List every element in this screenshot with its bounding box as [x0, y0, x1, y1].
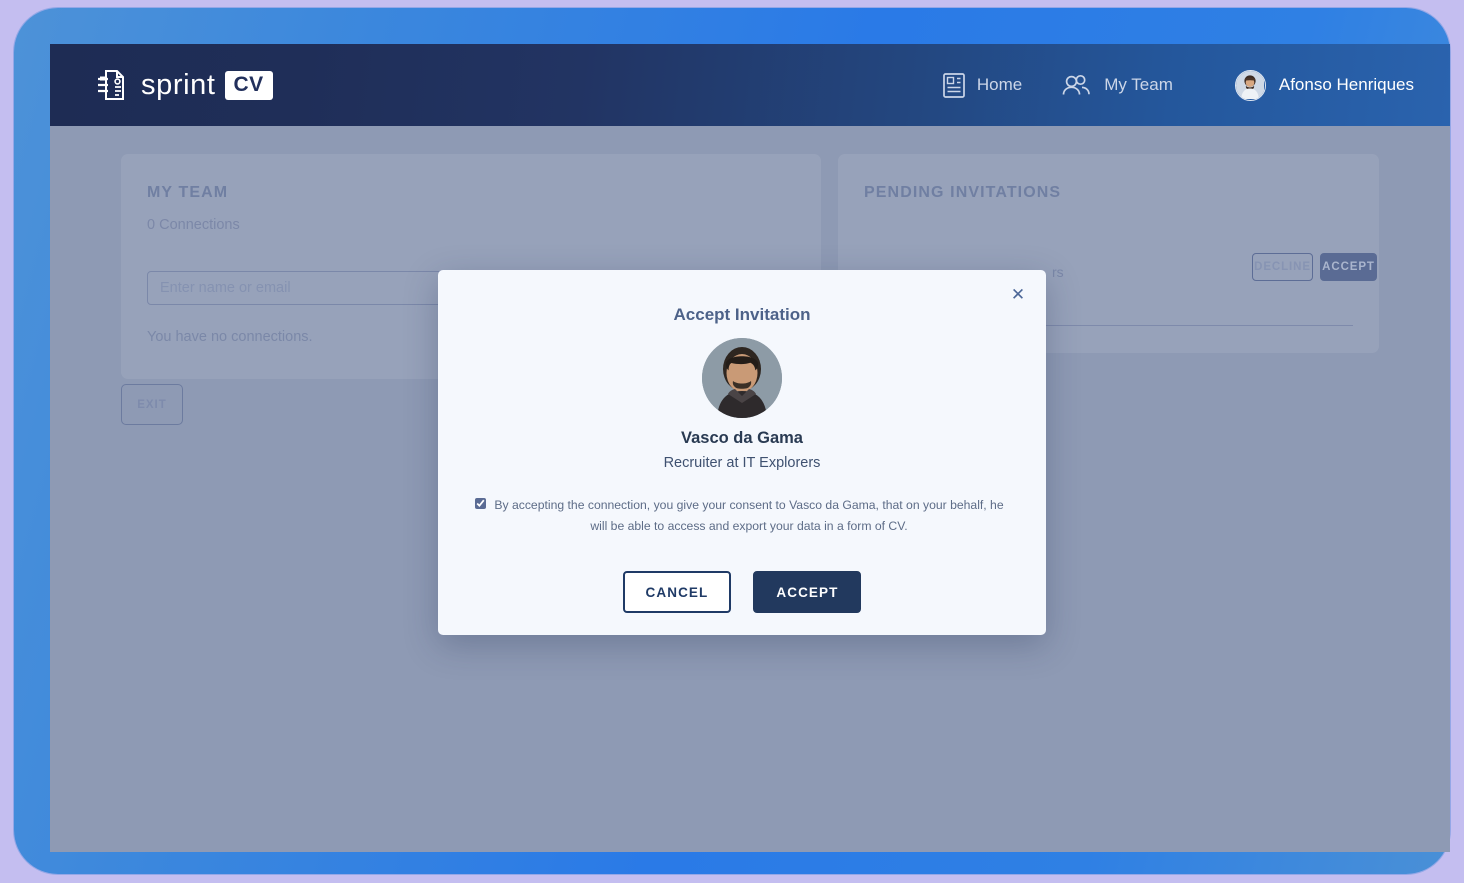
page-body: MY TEAM 0 Connections You have no connec… — [50, 126, 1450, 852]
modal-actions: CANCEL ACCEPT — [438, 571, 1046, 613]
consent-checkbox[interactable] — [475, 498, 486, 509]
people-group-icon — [1062, 74, 1092, 97]
consent-text: By accepting the connection, you give yo… — [494, 498, 1004, 533]
brand-name: sprint — [141, 68, 216, 101]
id-card-icon — [942, 72, 965, 98]
nav-item-my-team-label: My Team — [1104, 75, 1173, 94]
my-team-title: MY TEAM — [147, 184, 229, 201]
nav-links: Home My Team Afonso Henriques — [942, 69, 1414, 101]
accept-invitation-modal: ✕ Accept Invitation Vasco da Gama Recrui… — [438, 270, 1046, 635]
decline-invitation-button[interactable]: DECLINE — [1252, 253, 1313, 281]
nav-item-home-label: Home — [976, 75, 1023, 94]
device-frame: sprint CV Home My Team Afonso Henriques … — [14, 8, 1450, 874]
avatar — [1234, 69, 1266, 101]
cancel-button[interactable]: CANCEL — [622, 571, 732, 613]
accept-invitation-button[interactable]: ACCEPT — [1320, 253, 1377, 281]
invitee-name: Vasco da Gama — [681, 429, 803, 447]
user-name: Afonso Henriques — [1278, 75, 1414, 94]
invitee-role: Recruiter at IT Explorers — [663, 455, 821, 471]
close-icon[interactable]: ✕ — [1003, 279, 1033, 309]
exit-button[interactable]: EXIT — [121, 384, 183, 425]
nav-item-my-team[interactable]: My Team — [1062, 74, 1173, 97]
pending-invitations-title: PENDING INVITATIONS — [864, 184, 1062, 201]
consent-row: By accepting the connection, you give yo… — [475, 495, 1007, 536]
app-window: sprint CV Home My Team Afonso Henriques … — [50, 44, 1450, 852]
brand-badge: CV — [224, 70, 273, 100]
user-menu[interactable]: Afonso Henriques — [1234, 69, 1414, 101]
invitation-role-text: rs — [1052, 264, 1064, 280]
accept-button[interactable]: ACCEPT — [753, 571, 862, 613]
nav-item-home[interactable]: Home — [942, 72, 1023, 98]
invitee-avatar — [702, 338, 782, 418]
modal-title: Accept Invitation — [673, 305, 811, 324]
no-connections-message: You have no connections. — [147, 329, 313, 345]
brand-logo[interactable]: sprint CV — [96, 68, 273, 102]
connections-count: 0 Connections — [147, 217, 240, 233]
top-navigation-bar: sprint CV Home My Team Afonso Henriques — [50, 44, 1450, 126]
screenshot-canvas: sprint CV Home My Team Afonso Henriques … — [0, 0, 1464, 883]
document-list-icon — [96, 68, 128, 102]
